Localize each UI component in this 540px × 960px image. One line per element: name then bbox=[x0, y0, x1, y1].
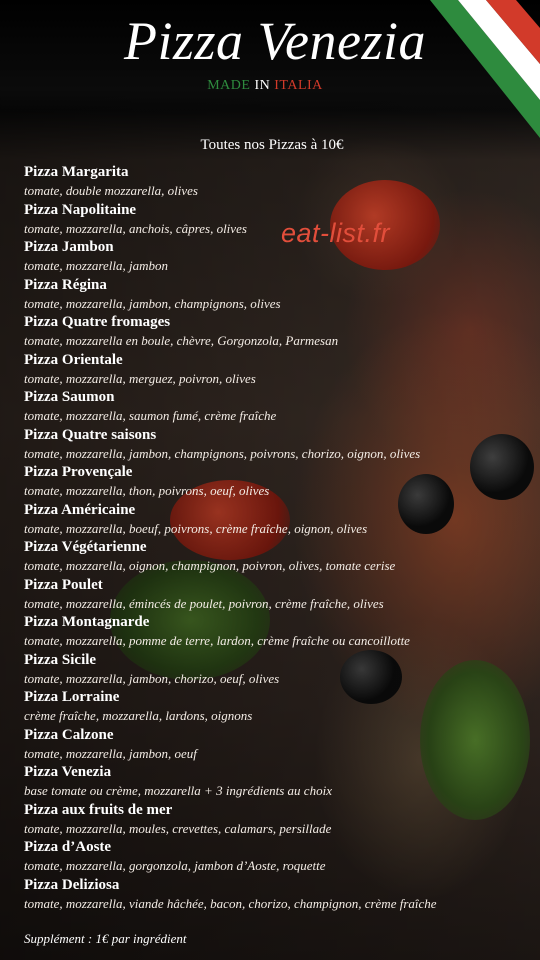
pizza-menu-list: Pizza Margarita tomate, double mozzarella… bbox=[24, 163, 534, 913]
pizza-ingredients: tomate, mozzarella, anchois, câpres, oli… bbox=[24, 220, 247, 236]
pizza-name: Pizza Quatre fromages bbox=[24, 314, 171, 330]
pizza-name: Pizza Jambon bbox=[24, 239, 114, 255]
pizza-ingredients: tomate, mozzarella en boule, chèvre, Gor… bbox=[24, 333, 339, 348]
pizza-ingredients: tomate, mozzarella, jambon bbox=[24, 258, 168, 273]
menu-item: Pizza Poulet tomate, mozzarella, émincés … bbox=[24, 576, 534, 614]
tagline-italia: ITALIA bbox=[274, 78, 323, 93]
menu-item: Pizza Venezia base tomate ou crème, mozza… bbox=[24, 763, 534, 801]
pizza-name: Pizza Lorraine bbox=[24, 689, 120, 705]
menu-item: Pizza Deliziosa tomate, mozzarella, viand… bbox=[24, 876, 534, 914]
pizza-ingredients: crème fraîche, mozzarella, lardons, oign… bbox=[24, 708, 253, 723]
menu-item: Pizza Calzone tomate, mozzarella, jambon,… bbox=[24, 726, 534, 764]
pizza-ingredients: tomate, mozzarella, jambon, oeuf bbox=[24, 745, 197, 761]
pizza-name: Pizza Régina bbox=[24, 276, 107, 293]
tagline-made: MADE bbox=[207, 78, 251, 93]
menu-item: Pizza Saumon tomate, mozzarella, saumon f… bbox=[24, 388, 534, 426]
pizza-name: Pizza Deliziosa bbox=[24, 876, 120, 893]
tagline-in: IN bbox=[250, 78, 275, 93]
pizza-ingredients: base tomate ou crème, mozzarella + 3 ing… bbox=[24, 783, 332, 798]
pizza-name: Pizza Venezia bbox=[24, 764, 112, 780]
pizza-name: Pizza Montagnarde bbox=[24, 614, 150, 630]
pizza-name: Pizza Végétarienne bbox=[24, 539, 147, 555]
pizza-ingredients: tomate, mozzarella, jambon, champignons,… bbox=[24, 295, 281, 311]
menu-item: Pizza Orientale tomate, mozzarella, mergu… bbox=[24, 351, 534, 389]
pizza-name: Pizza Margarita bbox=[24, 164, 129, 180]
pizza-name: Pizza Saumon bbox=[24, 389, 115, 405]
pizza-ingredients: tomate, mozzarella, saumon fumé, crème f… bbox=[24, 408, 277, 423]
menu-item: Pizza aux fruits de mer tomate, mozzarell… bbox=[24, 801, 534, 839]
menu-item: Pizza Margarita tomate, double mozzarella… bbox=[24, 163, 534, 201]
menu-item: Pizza Provençale tomate, mozzarella, thon… bbox=[24, 463, 534, 501]
menu-item: Pizza Quatre fromages tomate, mozzarella … bbox=[24, 313, 534, 351]
pizza-name: Pizza Sicile bbox=[24, 651, 97, 668]
menu-item: Pizza Américaine tomate, mozzarella, boeu… bbox=[24, 501, 534, 539]
pizza-name: Pizza Napolitaine bbox=[24, 201, 137, 218]
menu-item: Pizza d’Aoste tomate, mozzarella, gorgonz… bbox=[24, 838, 534, 876]
pizza-name: Pizza aux fruits de mer bbox=[24, 801, 173, 818]
pizza-ingredients: tomate, double mozzarella, olives bbox=[24, 183, 198, 198]
pizza-ingredients: tomate, mozzarella, boeuf, poivrons, crè… bbox=[24, 520, 368, 536]
menu-item: Pizza Jambon tomate, mozzarella, jambon bbox=[24, 238, 534, 276]
pizza-ingredients: tomate, mozzarella, moules, crevettes, c… bbox=[24, 820, 332, 836]
pizza-ingredients: tomate, mozzarella, thon, poivrons, oeuf… bbox=[24, 483, 270, 498]
pizza-name: Pizza Poulet bbox=[24, 576, 103, 593]
pizza-ingredients: tomate, mozzarella, jambon, chorizo, oeu… bbox=[24, 670, 280, 686]
menu-item: Pizza Lorraine crème fraîche, mozzarella,… bbox=[24, 688, 534, 726]
supplement-note: Supplément : 1€ par ingrédient bbox=[24, 931, 187, 946]
menu-item: Pizza Quatre saisons tomate, mozzarella, … bbox=[24, 426, 534, 464]
pizza-ingredients: tomate, mozzarella, viande hâchée, bacon… bbox=[24, 895, 437, 911]
pizza-ingredients: tomate, mozzarella, jambon, champignons,… bbox=[24, 445, 421, 461]
pizza-ingredients: tomate, mozzarella, gorgonzola, jambon d… bbox=[24, 858, 326, 873]
price-subheading: Toutes nos Pizzas à 10€ bbox=[200, 137, 344, 153]
pizza-name: Pizza d’Aoste bbox=[24, 839, 112, 855]
pizza-name: Pizza Quatre saisons bbox=[24, 426, 157, 443]
pizza-ingredients: tomate, mozzarella, oignon, champignon, … bbox=[24, 558, 396, 573]
menu-item: Pizza Régina tomate, mozzarella, jambon, … bbox=[24, 276, 534, 314]
pizza-ingredients: tomate, mozzarella, merguez, poivron, ol… bbox=[24, 370, 256, 386]
italian-flag-ribbon bbox=[420, 0, 540, 160]
pizza-ingredients: tomate, mozzarella, émincés de poulet, p… bbox=[24, 595, 384, 611]
pizza-name: Pizza Provençale bbox=[24, 464, 133, 480]
pizza-ingredients: tomate, mozzarella, pomme de terre, lard… bbox=[24, 633, 410, 648]
pizza-name: Pizza Calzone bbox=[24, 726, 114, 743]
pizza-name: Pizza Américaine bbox=[24, 501, 136, 518]
menu-item: Pizza Sicile tomate, mozzarella, jambon, … bbox=[24, 651, 534, 689]
menu-item: Pizza Végétarienne tomate, mozzarella, oi… bbox=[24, 538, 534, 576]
pizza-name: Pizza Orientale bbox=[24, 351, 123, 368]
menu-item: Pizza Montagnarde tomate, mozzarella, pom… bbox=[24, 613, 534, 651]
menu-item: Pizza Napolitaine tomate, mozzarella, anc… bbox=[24, 201, 534, 239]
